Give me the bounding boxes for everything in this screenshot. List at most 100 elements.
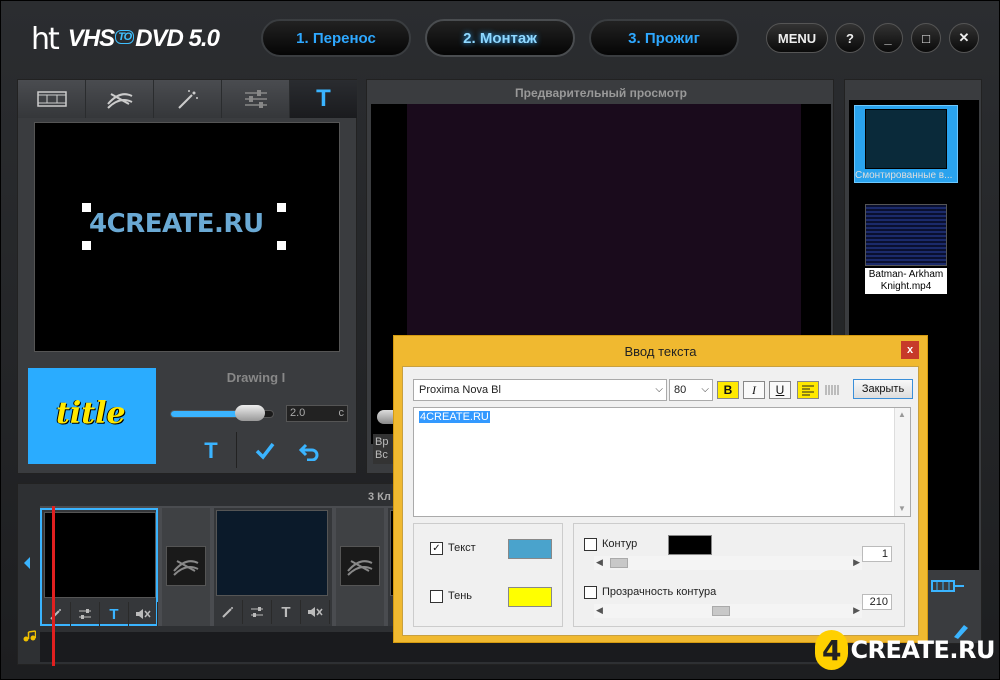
outline-width-thumb[interactable] xyxy=(610,558,628,568)
logo-product: VHS TO DVD 5.0 xyxy=(68,25,220,53)
media-item-thumbnail xyxy=(865,204,947,266)
underline-button[interactable]: U xyxy=(769,381,791,399)
film-strip-icon xyxy=(36,91,67,107)
duration-value: 2.0 xyxy=(290,407,306,419)
outline-checkbox[interactable] xyxy=(584,538,597,551)
maximize-button[interactable]: □ xyxy=(911,23,941,53)
italic-button[interactable]: I xyxy=(743,381,765,399)
outline-opacity-value[interactable]: 210 xyxy=(862,594,892,610)
vertical-text-button[interactable] xyxy=(823,381,843,399)
checkmark-icon xyxy=(255,442,275,460)
outline-opacity-thumb[interactable] xyxy=(712,606,730,616)
duration-input[interactable]: 2.0 c xyxy=(286,405,348,422)
step-burn-button[interactable]: 3. Прожиг xyxy=(589,19,739,57)
resize-handle-bottom-left[interactable] xyxy=(82,241,91,250)
sliders-icon xyxy=(251,607,263,617)
shadow-checkbox[interactable] xyxy=(430,590,443,603)
font-size-select[interactable]: 80 ⌵ xyxy=(669,379,713,401)
text-color-swatch[interactable] xyxy=(508,539,552,559)
dialog-title: Ввод текста xyxy=(624,344,697,359)
transition-icon xyxy=(106,93,132,109)
chevron-down-icon: ⌵ xyxy=(655,384,663,395)
tab-transitions[interactable] xyxy=(86,80,154,118)
add-to-timeline-button[interactable] xyxy=(931,578,965,598)
duration-slider-knob[interactable] xyxy=(235,405,266,421)
title-style-thumbnail[interactable]: title xyxy=(28,368,156,464)
minimize-button[interactable]: _ xyxy=(873,23,903,53)
clip-mute-button[interactable] xyxy=(301,600,330,624)
clip-adjust-button[interactable] xyxy=(243,600,272,624)
scroll-left-button[interactable] xyxy=(22,556,32,573)
edit-canvas[interactable]: 4CREATE.RU xyxy=(34,122,340,352)
dialog-title-bar[interactable]: Ввод текста x xyxy=(394,336,927,366)
outline-opacity-slider[interactable]: ◀ ▶ xyxy=(594,604,862,618)
clip-mute-button[interactable] xyxy=(129,602,158,626)
outline-width-value[interactable]: 1 xyxy=(862,546,892,562)
text-area-scrollbar[interactable]: ▲ ▼ xyxy=(894,408,910,516)
help-button[interactable]: ? xyxy=(835,23,865,53)
tab-effects[interactable] xyxy=(154,80,222,118)
clip-effects-button[interactable] xyxy=(42,602,71,626)
font-family-value: Proxima Nova Bl xyxy=(419,384,501,396)
font-family-select[interactable]: Proxima Nova Bl ⌵ xyxy=(413,379,667,401)
shadow-color-swatch[interactable] xyxy=(508,587,552,607)
timeline-playhead[interactable] xyxy=(52,506,55,666)
editor-tool-tabs: T xyxy=(18,80,358,118)
watermark-logo-digit: 4 xyxy=(815,630,849,670)
editor-panel: T 4CREATE.RU title Drawing I 2.0 c T xyxy=(17,79,358,474)
chevron-down-icon: ▼ xyxy=(898,504,906,513)
transition-swirl-icon xyxy=(173,560,199,576)
preview-title: Предварительный просмотр xyxy=(515,86,687,100)
clip-adjust-button[interactable] xyxy=(71,602,100,626)
align-left-button[interactable] xyxy=(797,381,819,399)
step-edit-button[interactable]: 2. Монтаж xyxy=(425,19,575,57)
close-app-button[interactable]: ✕ xyxy=(949,23,979,53)
checkmark-icon: ✓ xyxy=(432,543,441,554)
dialog-close-text-button[interactable]: Закрыть xyxy=(853,379,913,399)
outline-width-slider[interactable]: ◀ ▶ xyxy=(594,556,862,570)
text-style-button[interactable]: T xyxy=(196,436,226,466)
arrow-left-icon: ◀ xyxy=(596,557,603,567)
resize-handle-top-left[interactable] xyxy=(82,203,91,212)
timeline-transition[interactable] xyxy=(162,508,210,626)
text-content-input[interactable]: 4CREATE.RU ▲ ▼ xyxy=(413,407,911,517)
media-item[interactable]: Смонтированные в... xyxy=(854,105,958,183)
clip-thumbnail xyxy=(44,512,156,598)
dialog-close-button[interactable]: x xyxy=(901,341,919,359)
text-color-checkbox[interactable]: ✓ xyxy=(430,542,443,555)
audio-track-icon xyxy=(22,630,37,645)
clip-text-button[interactable]: T xyxy=(100,602,129,626)
magic-wand-icon xyxy=(177,90,198,109)
chevron-down-icon: ⌵ xyxy=(701,384,709,395)
text-tool-icon: T xyxy=(316,85,331,112)
menu-button[interactable]: MENU xyxy=(766,23,828,53)
mute-icon xyxy=(136,609,151,619)
text-content-value: 4CREATE.RU xyxy=(419,411,490,423)
apply-button[interactable] xyxy=(250,436,280,466)
text-icon: T xyxy=(281,603,291,621)
site-watermark: 4 CREATE.RU xyxy=(815,627,995,673)
timeline-clip[interactable]: T xyxy=(40,508,158,626)
tab-text[interactable]: T xyxy=(290,80,358,118)
undo-button[interactable] xyxy=(294,436,324,466)
step-transfer-button[interactable]: 1. Перенос xyxy=(261,19,411,57)
logo-ht: ht xyxy=(31,21,60,57)
clip-effects-button[interactable] xyxy=(214,600,243,624)
chevron-up-icon: ▲ xyxy=(898,410,906,419)
tab-film[interactable] xyxy=(18,80,86,118)
timeline-clip[interactable]: T xyxy=(214,508,332,626)
outline-color-swatch[interactable] xyxy=(668,535,712,555)
resize-handle-bottom-right[interactable] xyxy=(277,241,286,250)
bold-button[interactable]: B xyxy=(717,381,739,399)
arrow-right-icon: ▶ xyxy=(853,605,860,615)
timeline-transition[interactable] xyxy=(336,508,384,626)
transition-swirl-icon xyxy=(347,560,373,576)
tab-adjust[interactable] xyxy=(222,80,290,118)
clip-text-button[interactable]: T xyxy=(272,600,301,624)
outline-opacity-checkbox[interactable] xyxy=(584,586,597,599)
media-item[interactable]: Batman- Arkham Knight.mp4 xyxy=(865,204,947,294)
clip-tools: T xyxy=(42,602,158,626)
text-icon: T xyxy=(204,438,218,463)
canvas-title-text[interactable]: 4CREATE.RU xyxy=(89,209,264,239)
resize-handle-top-right[interactable] xyxy=(277,203,286,212)
